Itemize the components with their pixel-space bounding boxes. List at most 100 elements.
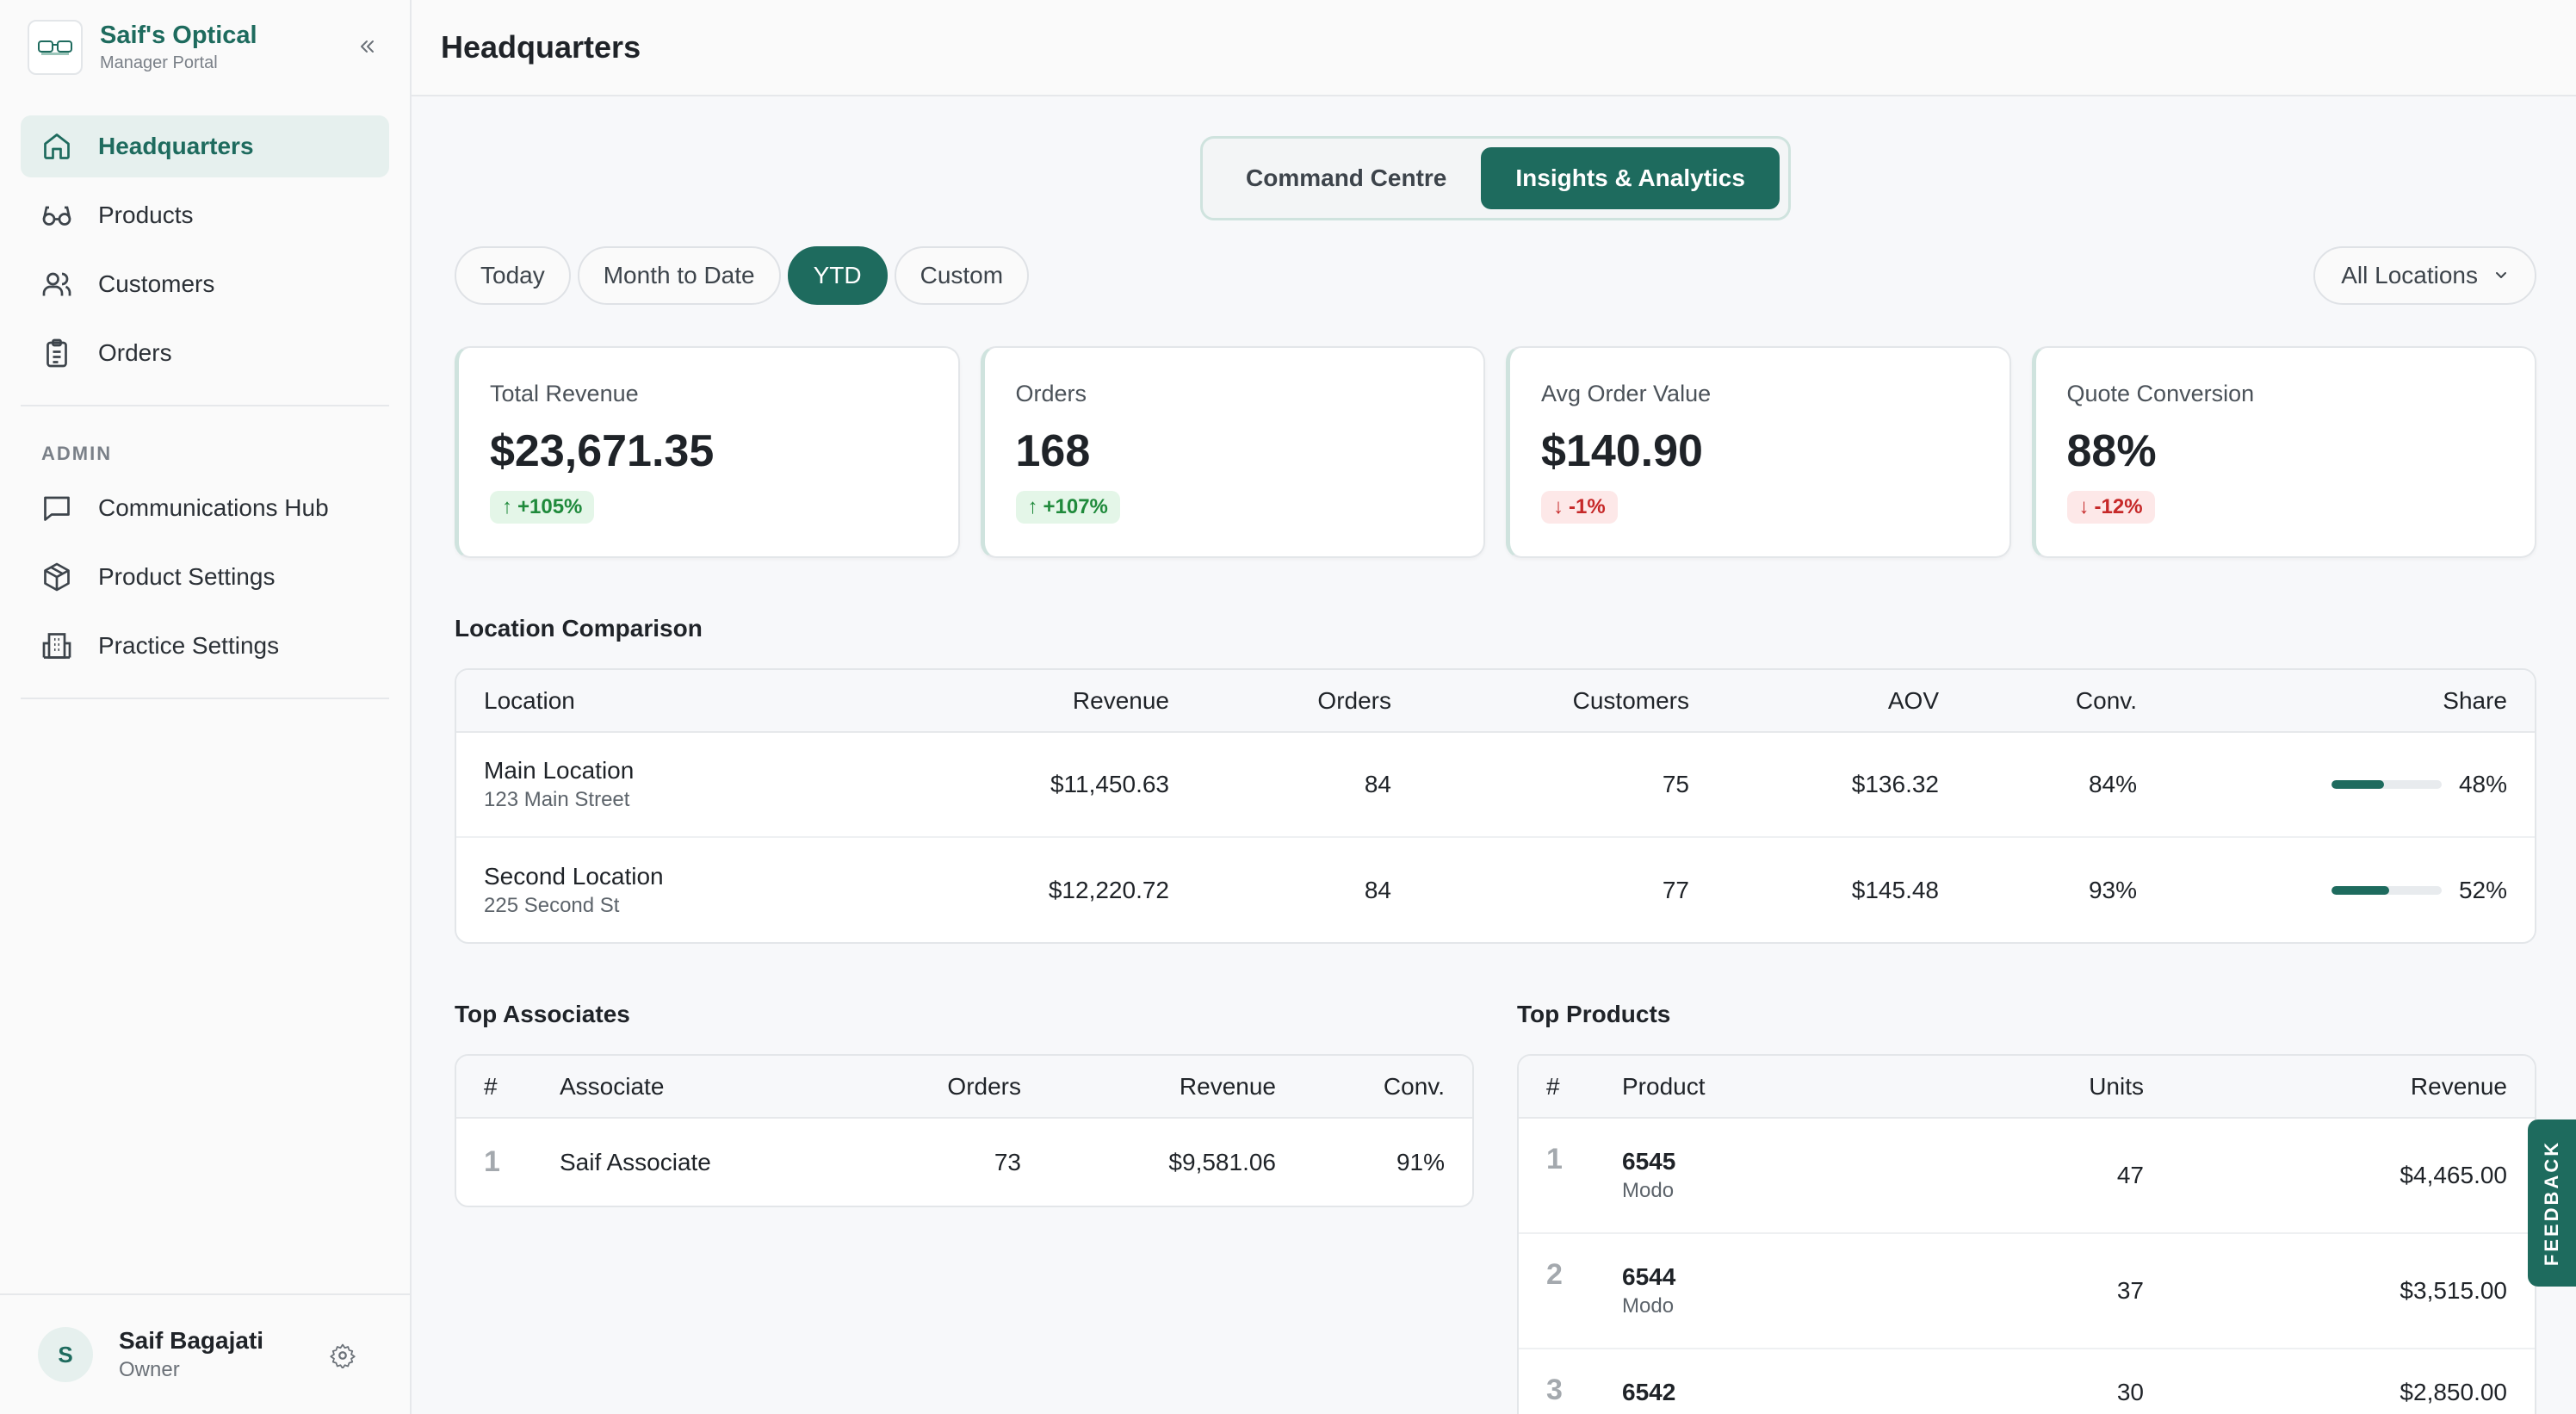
main-nav: Headquarters Products Customers Orders	[0, 95, 410, 384]
brand-subtitle: Manager Portal	[100, 53, 218, 72]
feedback-label: FEEDBACK	[2541, 1139, 2563, 1267]
table-row[interactable]: 2 6544 Modo 37 $3,515.00	[1519, 1233, 2535, 1349]
column-header[interactable]: Customers	[1419, 670, 1717, 733]
kpi-change-badge: ↑ +105%	[490, 491, 595, 524]
location-orders: 84	[1197, 732, 1419, 838]
box-icon	[40, 560, 74, 594]
users-icon	[40, 267, 74, 301]
column-header[interactable]: Orders	[859, 1056, 1049, 1119]
sidebar-item-headquarters[interactable]: Headquarters	[21, 115, 389, 177]
column-header[interactable]: Revenue	[990, 670, 1197, 733]
admin-nav: Communications Hub Product Settings Prac…	[0, 477, 410, 677]
column-header[interactable]: Location	[456, 670, 990, 733]
sidebar-divider	[21, 698, 389, 699]
product-name: 6542	[1622, 1379, 1676, 1405]
chevrons-left-icon	[361, 40, 374, 53]
tab-command-centre[interactable]: Command Centre	[1211, 147, 1481, 209]
associate-conversion: 91%	[1396, 1148, 1445, 1175]
column-header[interactable]: Conv.	[1303, 1056, 1472, 1119]
column-header[interactable]: AOV	[1717, 670, 1966, 733]
collapse-sidebar-button[interactable]	[350, 29, 384, 64]
column-header[interactable]: Conv.	[1966, 670, 2164, 733]
table-row[interactable]: 1 6545 Modo 47 $4,465.00	[1519, 1118, 2535, 1234]
kpi-change-value: +105%	[517, 495, 583, 518]
column-header[interactable]: Associate	[532, 1056, 859, 1119]
share-bar	[2331, 885, 2442, 895]
arrow-down-icon: ↓	[1553, 495, 1564, 518]
sidebar-item-label: Customers	[98, 270, 215, 297]
kpi-row: Total Revenue $23,671.35 ↑ +105% Orders 1…	[455, 346, 2536, 558]
location-customers: 75	[1419, 732, 1717, 838]
kpi-change-badge: ↓ -12%	[2066, 491, 2155, 524]
table-row[interactable]: 1 Saif Associate 73 $9,581.06 91%	[456, 1118, 1472, 1206]
kpi-change-value: -12%	[2094, 495, 2143, 518]
glasses-icon	[40, 198, 74, 233]
arrow-up-icon: ↑	[502, 495, 512, 518]
column-header[interactable]: Revenue	[1049, 1056, 1303, 1119]
filter-today[interactable]: Today	[455, 246, 571, 305]
location-address: 123 Main Street	[484, 788, 630, 811]
main-content: Headquarters Command Centre Insights & A…	[412, 0, 2576, 1414]
filter-month-to-date[interactable]: Month to Date	[577, 246, 781, 305]
sidebar-item-communications-hub[interactable]: Communications Hub	[21, 477, 389, 539]
sidebar-item-customers[interactable]: Customers	[21, 253, 389, 315]
sidebar-item-practice-settings[interactable]: Practice Settings	[21, 615, 389, 677]
share-value: 52%	[2458, 876, 2507, 903]
product-name: 6544	[1622, 1263, 1676, 1290]
kpi-change-badge: ↓ -1%	[1541, 491, 1618, 524]
share-value: 48%	[2458, 771, 2507, 797]
location-aov: $136.32	[1717, 732, 1966, 838]
app-root: Saif's Optical Manager Portal Headquarte…	[0, 0, 2576, 1414]
avatar: S	[38, 1327, 93, 1382]
column-header[interactable]: Revenue	[2171, 1056, 2535, 1119]
sidebar-item-products[interactable]: Products	[21, 184, 389, 246]
filter-ytd[interactable]: YTD	[787, 246, 888, 305]
kpi-label: Avg Order Value	[1541, 381, 1712, 406]
column-header: #	[456, 1056, 532, 1119]
table-row[interactable]: Second Location 225 Second St $12,220.72…	[456, 837, 2535, 942]
share-bar-fill	[2331, 885, 2389, 895]
top-associates-title: Top Associates	[455, 1001, 630, 1027]
column-header[interactable]: Share	[2164, 670, 2535, 733]
brand-header: Saif's Optical Manager Portal	[0, 0, 410, 95]
product-name: 6545	[1622, 1148, 1676, 1175]
table-row[interactable]: 3 6542 30 $2,850.00	[1519, 1349, 2535, 1414]
table-row[interactable]: Main Location 123 Main Street $11,450.63…	[456, 732, 2535, 838]
column-header[interactable]: Product	[1595, 1056, 1991, 1119]
table-header-row: # Product Units Revenue	[1519, 1056, 2535, 1119]
product-units: 47	[1991, 1118, 2171, 1234]
gear-icon[interactable]	[325, 1338, 360, 1373]
sidebar-item-orders[interactable]: Orders	[21, 322, 389, 384]
location-name: Main Location	[484, 757, 635, 784]
kpi-label: Total Revenue	[490, 381, 639, 406]
table-header-row: Location Revenue Orders Customers AOV Co…	[456, 670, 2535, 733]
kpi-change-value: +107%	[1043, 495, 1108, 518]
brand-logo	[28, 20, 83, 75]
location-select-value: All Locations	[2341, 262, 2478, 288]
column-header[interactable]: Orders	[1197, 670, 1419, 733]
rank-number: 1	[484, 1145, 500, 1178]
associate-revenue: $9,581.06	[1168, 1148, 1276, 1175]
sidebar-item-label: Products	[98, 202, 194, 228]
location-select[interactable]: All Locations	[2313, 246, 2536, 305]
product-brand: Modo	[1622, 1179, 1675, 1202]
top-products-title: Top Products	[1517, 1001, 1671, 1027]
location-conversion: 84%	[1966, 732, 2164, 838]
location-conversion: 93%	[2088, 876, 2137, 903]
filter-custom[interactable]: Custom	[894, 246, 1030, 305]
product-units: 37	[1991, 1233, 2171, 1349]
tab-insights-analytics[interactable]: Insights & Analytics	[1481, 147, 1780, 209]
chevron-down-icon	[2493, 262, 2509, 289]
product-revenue: $4,465.00	[2171, 1118, 2535, 1234]
feedback-tab[interactable]: FEEDBACK	[2528, 1119, 2576, 1287]
sidebar-item-label: Headquarters	[98, 133, 254, 159]
kpi-card-avg-order-value: Avg Order Value $140.90 ↓ -1%	[1506, 346, 2011, 558]
kpi-card-total-revenue: Total Revenue $23,671.35 ↑ +105%	[455, 346, 960, 558]
kpi-card-orders: Orders 168 ↑ +107%	[980, 346, 1485, 558]
user-profile[interactable]: S Saif Bagajati Owner	[0, 1293, 410, 1414]
product-brand: Modo	[1622, 1294, 1675, 1318]
arrow-down-icon: ↓	[2078, 495, 2090, 518]
associate-name: Saif Associate	[560, 1148, 711, 1175]
column-header[interactable]: Units	[1991, 1056, 2171, 1119]
sidebar-item-product-settings[interactable]: Product Settings	[21, 546, 389, 608]
